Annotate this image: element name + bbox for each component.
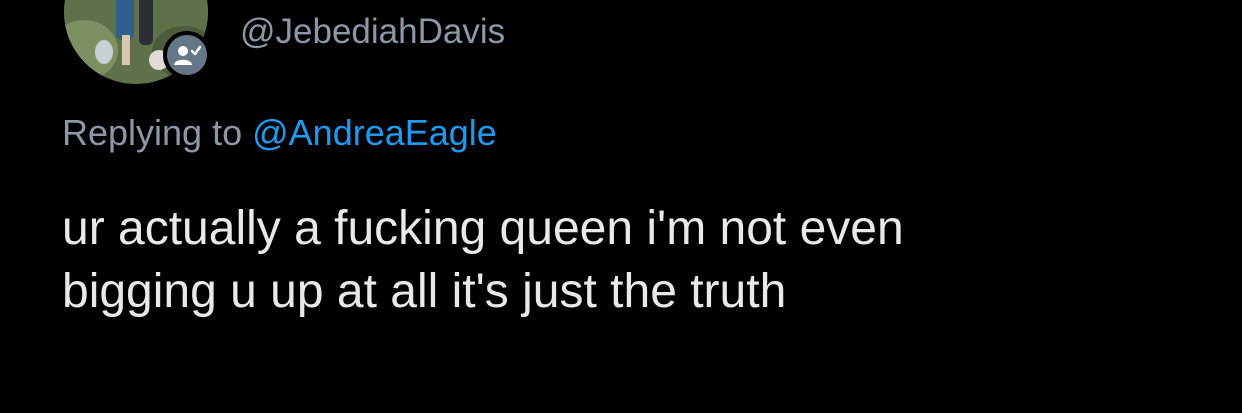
tweet-text-line: ur actually a fucking queen i'm not even <box>62 202 904 255</box>
replying-to-line: Replying to @AndreaEagle <box>62 111 497 155</box>
tweet-text-line: bigging u up at all it's just the truth <box>62 265 787 318</box>
tweet-text: ur actually a fucking queen i'm not even… <box>62 197 1202 323</box>
reply-target-link[interactable]: @AndreaEagle <box>252 112 497 153</box>
replying-to-label: Replying to <box>62 112 243 153</box>
user-handle[interactable]: @JebediahDavis <box>240 10 505 54</box>
follows-you-badge[interactable] <box>163 31 211 79</box>
follows-you-icon <box>174 45 202 65</box>
